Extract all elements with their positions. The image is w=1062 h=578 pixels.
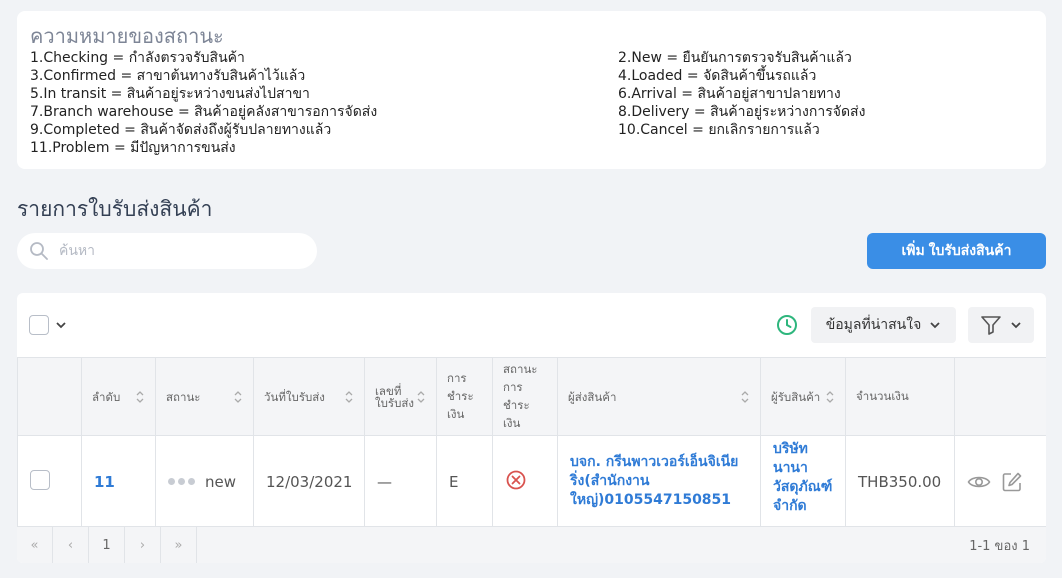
receiver-cell: บริษัทนานาวัสดุภัณฑ์ จำกัด — [760, 435, 846, 528]
add-shipment-button[interactable]: เพิ่ม ใบรับส่งสินค้า — [867, 233, 1046, 269]
payment-status-cell — [492, 435, 558, 528]
sort-icon[interactable] — [135, 390, 145, 404]
status-text: new — [205, 472, 237, 491]
header-seq[interactable]: ลำดับ — [81, 357, 156, 436]
legend-item: 5.In transit = สินค้าอยู่ระหว่างขนส่งไปส… — [30, 86, 310, 102]
legend-item: 3.Confirmed = สาขาต้นทางรับสินค้าไว้แล้ว — [30, 68, 306, 84]
chevron-down-icon[interactable] — [55, 319, 67, 331]
insights-label: ข้อมูลที่น่าสนใจ — [825, 317, 922, 333]
legend-item: 4.Loaded = จัดสินค้าขึ้นรถแล้ว — [618, 68, 817, 84]
table-row[interactable]: 11 new 12/03/2021 — E บจก. กรีนพาวเวอร์เ… — [17, 435, 1046, 528]
search-icon — [30, 242, 48, 260]
select-all-control[interactable] — [29, 315, 67, 335]
row-checkbox[interactable] — [30, 469, 50, 490]
legend-list: 1.Checking = กำลังตรวจรับสินค้า 2.New = … — [30, 49, 1033, 157]
row-select-cell — [17, 435, 82, 528]
amount-cell: THB350.00 — [845, 435, 955, 528]
seq-link[interactable]: 11 — [94, 473, 115, 491]
header-receiver[interactable]: ผู้รับสินค้า — [760, 357, 846, 436]
seq-cell: 11 — [81, 435, 156, 528]
chevron-down-icon — [930, 322, 940, 329]
search-input[interactable] — [59, 243, 289, 259]
header-status[interactable]: สถานะ — [155, 357, 254, 436]
legend-item: 11.Problem = มีปัญหาการขนส่ง — [30, 140, 236, 156]
search-box[interactable] — [17, 233, 317, 269]
sort-icon[interactable] — [740, 390, 750, 404]
status-cell: new — [155, 435, 254, 528]
status-progress-dots — [168, 478, 195, 485]
page-title: รายการใบรับส่งสินค้า — [17, 197, 213, 221]
actions-cell — [954, 435, 1046, 528]
header-date[interactable]: วันที่ใบรับส่ง — [253, 357, 365, 436]
table-toolbar: ข้อมูลที่น่าสนใจ — [17, 293, 1046, 357]
sort-icon[interactable] — [233, 390, 243, 404]
sort-icon[interactable] — [825, 390, 835, 404]
legend-title: ความหมายของสถานะ — [30, 24, 224, 48]
unpaid-x-circle-icon — [506, 470, 526, 489]
header-amount: จำนวนเงิน — [845, 357, 955, 436]
legend-item: 1.Checking = กำลังตรวจรับสินค้า — [30, 50, 245, 66]
legend-item: 9.Completed = สินค้าจัดส่งถึงผู้รับปลายท… — [30, 122, 332, 138]
pagination-range: 1-1 ของ 1 — [969, 538, 1030, 554]
legend-item: 7.Branch warehouse = สินค้าอยู่คลังสาขาร… — [30, 104, 378, 120]
payment-cell: E — [436, 435, 493, 528]
legend-item: 6.Arrival = สินค้าอยู่สาขาปลายทาง — [618, 86, 841, 102]
sender-cell: บจก. กรีนพาวเวอร์เอ็นจิเนียริ่ง(สำนักงาน… — [557, 435, 761, 528]
legend-item: 8.Delivery = สินค้าอยู่ระหว่างการจัดส่ง — [618, 104, 866, 120]
legend-item: 2.New = ยืนยันการตรวจรับสินค้าแล้ว — [618, 50, 852, 66]
edit-icon[interactable] — [1001, 471, 1023, 493]
first-page-button[interactable]: « — [17, 526, 53, 563]
clock-icon[interactable] — [776, 314, 798, 336]
date-cell: 12/03/2021 — [253, 435, 365, 528]
eye-icon[interactable] — [967, 473, 991, 491]
last-page-button[interactable]: » — [161, 526, 197, 563]
sender-link[interactable]: บจก. กรีนพาวเวอร์เอ็นจิเนียริ่ง(สำนักงาน… — [570, 454, 738, 508]
header-payment-status: สถานะการชำระเงิน — [492, 357, 558, 436]
select-all-checkbox[interactable] — [29, 315, 49, 335]
header-sender[interactable]: ผู้ส่งสินค้า — [557, 357, 761, 436]
filter-dropdown[interactable] — [968, 307, 1034, 343]
header-doc-no[interactable]: เลขที่ใบรับส่ง — [364, 357, 437, 436]
sort-icon[interactable] — [416, 390, 426, 404]
filter-icon — [981, 316, 1001, 335]
table-header-row: ลำดับ สถานะ วันที่ใบรับส่ง เลขที่ใบรับส่… — [17, 357, 1046, 436]
pagination-bar: « ‹ 1 › » 1-1 ของ 1 — [17, 526, 1046, 563]
page-number-button[interactable]: 1 — [89, 526, 125, 563]
legend-item: 10.Cancel = ยกเลิกรายการแล้ว — [618, 122, 820, 138]
status-legend-card: ความหมายของสถานะ 1.Checking = กำลังตรวจร… — [17, 11, 1046, 169]
chevron-down-icon — [1011, 322, 1021, 329]
shipment-table: ลำดับ สถานะ วันที่ใบรับส่ง เลขที่ใบรับส่… — [17, 357, 1046, 528]
header-payment: การชำระเงิน — [436, 357, 493, 436]
doc-no-cell: — — [364, 435, 437, 528]
header-select — [17, 357, 82, 436]
receiver-link[interactable]: บริษัทนานาวัสดุภัณฑ์ จำกัด — [773, 441, 832, 514]
next-page-button[interactable]: › — [125, 526, 161, 563]
sort-icon[interactable] — [344, 390, 354, 404]
shipment-table-panel: ข้อมูลที่น่าสนใจ ลำดับ สถานะ วันที่ใบรับ… — [17, 293, 1046, 563]
prev-page-button[interactable]: ‹ — [53, 526, 89, 563]
insights-dropdown[interactable]: ข้อมูลที่น่าสนใจ — [811, 307, 956, 343]
header-actions — [954, 357, 1046, 436]
